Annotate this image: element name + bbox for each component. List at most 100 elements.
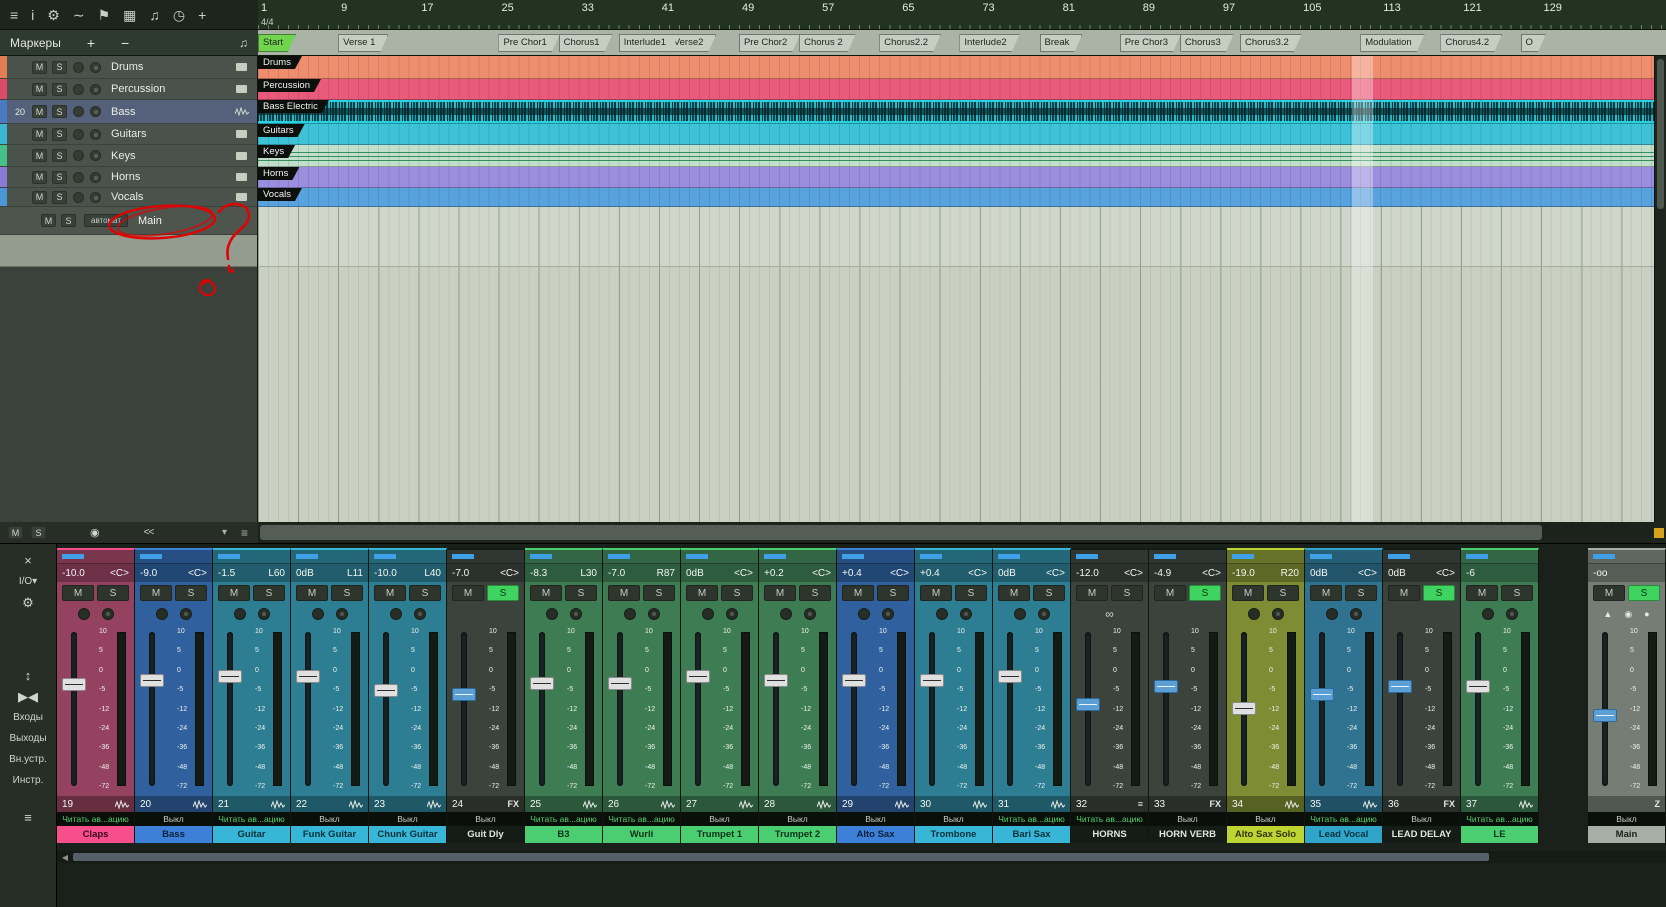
gain-value[interactable]: +0.4 — [842, 568, 862, 579]
channel-name[interactable]: Guitar — [213, 826, 290, 843]
marker-flag[interactable]: Pre Chor3 — [1120, 34, 1181, 52]
solo-button[interactable]: S — [52, 149, 67, 162]
solo-button[interactable]: S — [52, 170, 67, 184]
vertical-scrollbar[interactable] — [1654, 56, 1666, 522]
record-arm-button[interactable] — [233, 608, 246, 620]
channel-name[interactable]: Alto Sax — [837, 826, 914, 843]
monitor-button[interactable] — [90, 150, 101, 161]
gain-value[interactable]: -19.0 — [1232, 568, 1255, 579]
mute-button[interactable]: M — [32, 82, 47, 96]
record-arm-button[interactable] — [73, 128, 84, 140]
mixer-strip[interactable]: -9.0 <C> M S 10 5 0 -5 -12 -24 -36 -48 -72 20 Выкл Bass — [135, 548, 213, 843]
mute-button[interactable]: M — [608, 585, 640, 601]
main-automation-track[interactable]: M S автомат Main — [0, 207, 257, 235]
monitor-button[interactable] — [647, 608, 660, 620]
mute-button[interactable]: M — [140, 585, 172, 601]
record-arm-button[interactable] — [73, 191, 84, 203]
mute-button[interactable]: M — [218, 585, 250, 601]
mixer-strip[interactable]: 0dB <C> M S 10 5 0 -5 -12 -24 -36 -48 -72 36 FX Выкл LEA… — [1383, 548, 1461, 843]
monitor-button[interactable] — [90, 106, 101, 117]
pan-value[interactable]: R20 — [1281, 568, 1299, 579]
fader-track[interactable] — [1475, 632, 1481, 786]
scroll-left-icon[interactable]: ◀ — [57, 853, 73, 862]
gain-value[interactable]: +0.2 — [764, 568, 784, 579]
mute-button[interactable]: M — [1154, 585, 1186, 601]
gain-value[interactable]: 0dB — [1310, 568, 1328, 579]
tool-icon[interactable]: ⚙ — [47, 8, 60, 22]
fader-handle[interactable] — [1154, 679, 1178, 693]
gain-value[interactable]: +0.4 — [920, 568, 940, 579]
fader-handle[interactable] — [1076, 697, 1100, 711]
monitor-button[interactable] — [335, 608, 348, 620]
pan-value[interactable]: <C> — [1046, 568, 1065, 579]
fader-track[interactable] — [305, 632, 311, 786]
mute-button[interactable]: M — [374, 585, 406, 601]
mono-icon[interactable]: ● — [1644, 609, 1649, 619]
marker-flag-icon[interactable]: ⚑ — [98, 8, 111, 22]
solo-button[interactable]: S — [331, 585, 363, 601]
solo-button[interactable]: S — [31, 526, 46, 539]
gain-value[interactable]: -1.5 — [218, 568, 235, 579]
track-row[interactable]: M S Keys — [0, 145, 257, 167]
marker-flag[interactable]: Chorus 2 — [799, 34, 856, 52]
monitor-button[interactable] — [257, 608, 270, 620]
marker-flag[interactable]: Chorus4.2 — [1440, 34, 1502, 52]
mixer-strip[interactable]: +0.2 <C> M S 10 5 0 -5 -12 -24 -36 -48 -72 28 Выкл Trum… — [759, 548, 837, 843]
monitor-button[interactable] — [179, 608, 192, 620]
channel-name[interactable]: Trumpet 2 — [759, 826, 836, 843]
monitor-button[interactable] — [569, 608, 582, 620]
outputs-button[interactable]: Выходы — [0, 728, 56, 749]
track-row[interactable]: M S Horns — [0, 167, 257, 188]
instruments-button[interactable]: Инстр. — [0, 770, 56, 791]
remove-marker-button[interactable]: − — [121, 35, 129, 51]
channel-name[interactable]: Bari Sax — [993, 826, 1070, 843]
fader-track[interactable] — [851, 632, 857, 786]
solo-button[interactable]: S — [721, 585, 753, 601]
fader-track[interactable] — [227, 632, 233, 786]
channel-name[interactable]: Claps — [57, 826, 134, 843]
track-row[interactable]: M S Vocals — [0, 188, 257, 207]
mute-button[interactable]: M — [32, 149, 47, 162]
pan-value[interactable]: <C> — [968, 568, 987, 579]
monitor-button[interactable] — [1271, 608, 1284, 620]
channel-name[interactable]: Wurli — [603, 826, 680, 843]
solo-button[interactable]: S — [799, 585, 831, 601]
solo-button[interactable]: S — [1501, 585, 1533, 601]
rewind-button[interactable]: << — [144, 527, 155, 538]
mute-button[interactable]: M — [1388, 585, 1420, 601]
mixer-strip[interactable]: -1.5 L60 M S 10 5 0 -5 -12 -24 -36 -48 -72 21 Читать а… — [213, 548, 291, 843]
solo-button[interactable]: S — [97, 585, 129, 601]
mixer-strip[interactable]: -12.0 <C> M S ∞ 10 5 0 -5 -12 -24 -36 -48 -72 32 ≡ Читат… — [1071, 548, 1149, 843]
monitor-button[interactable] — [90, 61, 101, 73]
marker-flag[interactable]: Chorus3.2 — [1240, 34, 1302, 52]
mute-button[interactable]: M — [1232, 585, 1264, 601]
mixer-strip[interactable]: -8.3 L30 M S 10 5 0 -5 -12 -24 -36 -48 -72 25 Читать а… — [525, 548, 603, 843]
fader-track[interactable] — [929, 632, 935, 786]
mute-button[interactable]: M — [998, 585, 1030, 601]
monitor-button[interactable] — [90, 191, 101, 203]
fader-track[interactable] — [1319, 632, 1325, 786]
gain-value[interactable]: -10.0 — [374, 568, 397, 579]
record-arm-button[interactable] — [311, 608, 324, 620]
fader-handle[interactable] — [608, 676, 632, 690]
record-arm-button[interactable] — [73, 171, 84, 183]
marker-flag[interactable]: Chorus2.2 — [879, 34, 941, 52]
record-arm-button[interactable] — [77, 608, 90, 620]
mute-button[interactable]: M — [8, 526, 23, 539]
arrangement-area[interactable]: Drums Percussion Bass Electric Guitars Keys H… — [258, 56, 1654, 522]
record-arm-button[interactable] — [779, 608, 792, 620]
fader-handle[interactable] — [218, 669, 242, 683]
fader-track[interactable] — [1397, 632, 1403, 786]
wave-icon[interactable]: ∼ — [73, 8, 85, 22]
channel-name[interactable]: B3 — [525, 826, 602, 843]
marker-flag[interactable]: Start — [258, 34, 296, 52]
fader-handle[interactable] — [764, 674, 788, 687]
horizontal-scrollbar[interactable] — [258, 522, 1652, 543]
mixer-strip[interactable]: -19.0 R20 M S 10 5 0 -5 -12 -24 -36 -48 -72 34 Выкл Alt… — [1227, 548, 1305, 843]
record-arm-button[interactable] — [389, 608, 402, 620]
mute-button[interactable]: M — [530, 585, 562, 601]
monitor-button[interactable] — [1349, 608, 1362, 620]
record-arm-button[interactable] — [73, 61, 84, 73]
record-arm-button[interactable] — [73, 150, 84, 161]
solo-button[interactable]: S — [1111, 585, 1143, 601]
